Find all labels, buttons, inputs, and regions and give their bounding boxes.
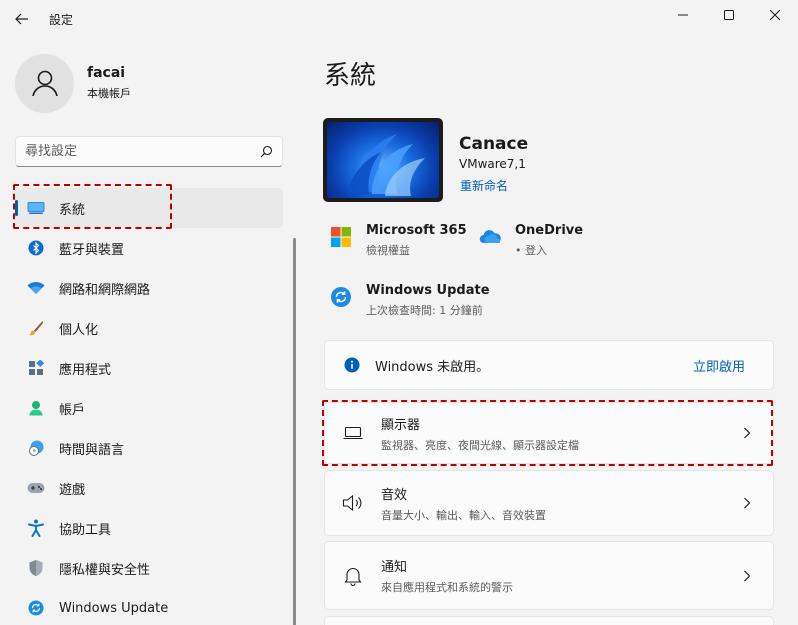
bluetooth-icon <box>27 239 45 257</box>
gamepad-icon <box>27 479 45 497</box>
microsoft-logo-icon <box>331 227 351 247</box>
activation-banner: Windows 未啟用。 立即啟用 <box>324 340 774 390</box>
wifi-icon <box>27 279 45 297</box>
search-box[interactable] <box>15 136 283 167</box>
card-subtitle: 來自應用程式和系統的警示 <box>381 581 513 594</box>
sidebar: facai 本機帳戶 系統 藍牙與裝置 網路和網際網路 <box>0 38 300 625</box>
title-bar: 設定 <box>0 0 798 38</box>
sidebar-item-label: 應用程式 <box>59 362 112 378</box>
account-type: 本機帳戶 <box>87 87 131 100</box>
service-title: OneDrive <box>515 223 584 238</box>
settings-card-next[interactable] <box>324 616 774 625</box>
close-button[interactable] <box>752 0 798 30</box>
avatar <box>15 53 74 113</box>
accessibility-icon <box>27 519 45 537</box>
page-title: 系統 <box>324 61 377 91</box>
card-subtitle: 音量大小、輸出、輸入、音效裝置 <box>381 508 546 522</box>
bell-icon <box>342 565 364 587</box>
settings-card-sound[interactable]: 音效 音量大小、輸出、輸入、音效裝置 <box>324 470 774 536</box>
service-onedrive[interactable]: OneDrive • 登入 <box>479 223 583 258</box>
sidebar-item-label: 藍牙與裝置 <box>59 242 125 258</box>
account-icon <box>27 399 45 417</box>
sidebar-item-apps[interactable]: 應用程式 <box>15 348 283 388</box>
sidebar-item-label: 網路和網際網路 <box>59 282 151 298</box>
sidebar-item-label: Windows Update <box>59 600 169 616</box>
maximize-icon <box>724 10 734 20</box>
service-microsoft-365[interactable]: Microsoft 365 檢視權益 <box>330 223 467 258</box>
info-icon <box>341 354 363 376</box>
highlight-box-display <box>322 400 773 466</box>
profile-name: facai <box>87 65 126 81</box>
sidebar-item-privacy-security[interactable]: 隱私權與安全性 <box>15 548 283 588</box>
brush-icon <box>27 319 45 337</box>
sidebar-item-accessibility[interactable]: 協助工具 <box>15 508 283 548</box>
sidebar-item-label: 隱私權與安全性 <box>59 562 151 578</box>
speaker-icon <box>342 492 364 514</box>
card-title: 音效 <box>381 487 408 503</box>
onedrive-cloud-icon <box>479 230 501 244</box>
person-icon <box>31 70 58 97</box>
sidebar-nav: 系統 藍牙與裝置 網路和網際網路 個人化 應用程式 帳戶 時間與語言 遊戲 協助… <box>15 188 283 625</box>
update-icon <box>27 599 45 617</box>
sidebar-item-label: 遊戲 <box>59 482 86 498</box>
sidebar-item-time-language[interactable]: 時間與語言 <box>15 428 283 468</box>
service-title: Microsoft 365 <box>366 223 467 238</box>
device-name: Canace <box>459 134 529 154</box>
maximize-button[interactable] <box>706 0 752 30</box>
sidebar-item-windows-update[interactable]: Windows Update <box>15 588 283 625</box>
sidebar-item-label: 個人化 <box>59 322 99 338</box>
wallpaper-image <box>327 122 439 198</box>
back-arrow-icon <box>15 13 28 25</box>
service-subtitle: 檢視權益 <box>366 244 410 257</box>
minimize-button[interactable] <box>660 0 706 30</box>
search-icon[interactable] <box>260 145 273 158</box>
service-subtitle: 上次檢查時間: 1 分鐘前 <box>366 304 483 317</box>
settings-card-notifications[interactable]: 通知 來自應用程式和系統的警示 <box>324 541 774 610</box>
sidebar-item-label: 帳戶 <box>59 402 86 418</box>
service-windows-update[interactable]: Windows Update 上次檢查時間: 1 分鐘前 <box>330 283 490 318</box>
search-input[interactable] <box>25 144 260 159</box>
minimize-icon <box>678 14 688 16</box>
highlight-box-system <box>13 184 172 229</box>
app-title: 設定 <box>49 13 74 27</box>
shield-icon <box>27 559 45 577</box>
sidebar-item-bluetooth[interactable]: 藍牙與裝置 <box>15 228 283 268</box>
sidebar-item-network[interactable]: 網路和網際網路 <box>15 268 283 308</box>
close-icon <box>770 10 780 20</box>
user-profile[interactable]: facai 本機帳戶 <box>15 52 131 114</box>
clock-globe-icon <box>27 439 45 457</box>
chevron-right-icon <box>737 570 757 582</box>
back-button[interactable] <box>8 6 36 32</box>
service-title: Windows Update <box>366 283 490 298</box>
apps-icon <box>27 359 45 377</box>
sidebar-item-label: 協助工具 <box>59 522 112 538</box>
sidebar-item-gaming[interactable]: 遊戲 <box>15 468 283 508</box>
activation-text: Windows 未啟用。 <box>375 359 490 375</box>
update-icon <box>331 287 351 307</box>
sidebar-item-label: 時間與語言 <box>59 442 125 458</box>
chevron-right-icon <box>737 497 757 509</box>
service-subtitle: • 登入 <box>515 244 547 257</box>
rename-link[interactable]: 重新命名 <box>460 177 508 194</box>
sidebar-scrollbar[interactable] <box>293 238 296 625</box>
device-thumbnail <box>323 118 443 202</box>
sidebar-item-personalization[interactable]: 個人化 <box>15 308 283 348</box>
main-content: 系統 Canace VMware7,1 重新命名 Microsoft 365 檢… <box>300 38 798 625</box>
sidebar-item-accounts[interactable]: 帳戶 <box>15 388 283 428</box>
device-model: VMware7,1 <box>459 157 526 171</box>
activate-now-link[interactable]: 立即啟用 <box>693 356 745 375</box>
card-title: 通知 <box>381 560 408 575</box>
